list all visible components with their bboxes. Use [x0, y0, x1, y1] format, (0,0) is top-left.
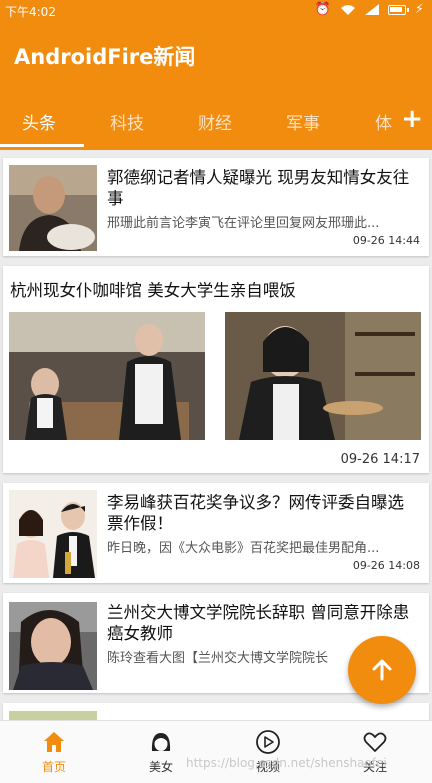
news-time: 09-26 14:44 [352, 234, 420, 247]
home-icon [44, 732, 64, 752]
heart-icon [363, 732, 387, 752]
bottom-navigation: 首页 美女 视频 关注 [0, 720, 432, 783]
news-digest: 邢珊此前言论李寅飞在评论里回复网友邢珊此... [107, 216, 380, 231]
app-bar: AndroidFire新闻 [0, 22, 432, 90]
tab-tech[interactable]: 科技 [110, 109, 144, 134]
battery-icon [387, 4, 409, 15]
news-digest: 陈玲查看大图【兰州交大博文学院院长 [107, 651, 329, 666]
scroll-to-top-button[interactable] [348, 636, 416, 704]
girl-icon [151, 733, 171, 751]
nav-home[interactable]: 首页 [19, 729, 89, 775]
tab-finance[interactable]: 财经 [198, 109, 232, 134]
news-title: 郭德纲记者情人疑曝光 现男友知情女友往事 [107, 168, 410, 208]
nav-label: 首页 [41, 760, 66, 774]
news-time: 09-26 14:17 [340, 452, 420, 467]
news-card[interactable] [3, 703, 429, 720]
app-title: AndroidFire新闻 [14, 45, 196, 69]
active-tab-indicator [0, 144, 84, 147]
add-channel-button[interactable]: + [401, 104, 423, 134]
alarm-icon: ⏰ [314, 2, 331, 17]
news-time: 09-26 14:08 [352, 559, 420, 572]
news-list[interactable]: 郭德纲记者情人疑曝光 现男友知情女友往事 邢珊此前言论李寅飞在评论里回复网友邢珊… [0, 150, 432, 720]
news-digest: 昨日晚，因《大众电影》百花奖把最佳男配角... [107, 541, 380, 556]
news-card[interactable]: 郭德纲记者情人疑曝光 现男友知情女友往事 邢珊此前言论李寅飞在评论里回复网友邢珊… [3, 158, 429, 256]
news-thumbnail [9, 602, 97, 690]
news-thumbnail [9, 165, 97, 251]
news-photo [9, 312, 205, 440]
news-card[interactable]: 李易峰获百花奖争议多？网传评委自曝选票作假！ 昨日晚，因《大众电影》百花奖把最佳… [3, 483, 429, 583]
status-time: 下午4:02 [5, 5, 56, 19]
charging-icon: ⚡ [414, 2, 424, 17]
status-icons: ⏰ ⚡ [315, 2, 424, 17]
signal-icon [364, 4, 379, 15]
news-thumbnail [9, 711, 97, 720]
news-title: 杭州现女仆咖啡馆 美女大学生亲自喂饭 [10, 281, 296, 300]
tab-sports[interactable]: 体 [375, 109, 392, 134]
tab-headlines[interactable]: 头条 [22, 109, 56, 134]
news-thumbnail [9, 490, 97, 578]
news-card-photo-set[interactable]: 杭州现女仆咖啡馆 美女大学生亲自喂饭 09-26 14:17 [3, 266, 429, 473]
watermark-text: https://blog.csdn.net/shenshaofei [186, 756, 387, 770]
channel-tabs: 头条 科技 财经 军事 体 [0, 90, 432, 150]
wifi-icon [340, 4, 355, 15]
tab-military[interactable]: 军事 [286, 109, 320, 134]
play-icon [256, 730, 280, 754]
news-photo [225, 312, 421, 440]
arrow-up-icon [372, 659, 392, 681]
news-title: 李易峰获百花奖争议多？网传评委自曝选票作假！ [107, 493, 404, 533]
status-bar: 下午4:02 ⏰ ⚡ [0, 0, 432, 22]
